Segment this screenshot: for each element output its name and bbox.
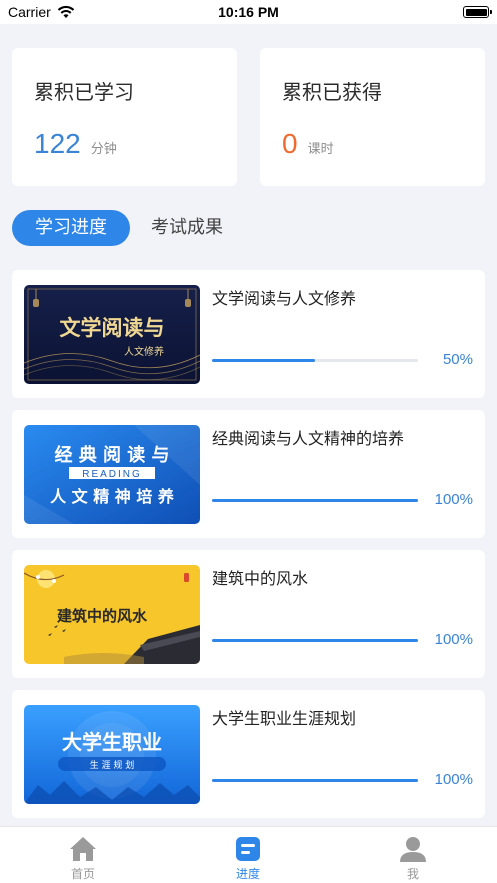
stat-unit: 分钟 xyxy=(90,142,117,157)
course-thumbnail: 大学生职业 生 涯 规 划 xyxy=(24,705,200,804)
tabbar-home[interactable]: 首页 xyxy=(43,835,123,882)
course-thumbnail: 经 典 阅 读 与 READING 人 文 精 神 培 养 xyxy=(24,425,200,524)
tab-exam-results[interactable]: 考试成果 xyxy=(131,210,243,246)
tabbar-progress[interactable]: 进度 xyxy=(208,835,288,882)
progress-fill xyxy=(212,499,418,502)
progress-bar xyxy=(212,499,418,502)
stat-unit: 课时 xyxy=(307,142,334,157)
progress-fill xyxy=(212,779,418,782)
profile-icon xyxy=(400,837,426,862)
stat-card-learned: 累积已学习 122 分钟 xyxy=(12,48,237,186)
progress-percent: 100% xyxy=(434,491,473,508)
bottom-tab-bar: 首页 进度 我 xyxy=(0,826,497,883)
battery-icon xyxy=(463,6,492,18)
course-card[interactable]: 大学生职业 生 涯 规 划 大学生职业生涯规划 100% xyxy=(12,690,485,818)
stat-title: 累积已获得 xyxy=(282,80,382,104)
course-title: 经典阅读与人文精神的培养 xyxy=(212,429,405,448)
status-bar: Carrier 10:16 PM xyxy=(0,0,497,24)
thumbnail-subtitle: 人 文 精 神 培 养 xyxy=(50,487,175,506)
tab-learning-progress[interactable]: 学习进度 xyxy=(12,210,130,246)
course-thumbnail: 文学阅读与 人文修养 xyxy=(24,285,200,384)
course-card[interactable]: 经 典 阅 读 与 READING 人 文 精 神 培 养 经典阅读与人文精神的… xyxy=(12,410,485,538)
thumbnail-title: 经 典 阅 读 与 xyxy=(54,444,169,466)
progress-fill xyxy=(212,639,418,642)
thumbnail-title: 文学阅读与 xyxy=(60,316,165,340)
progress-percent: 100% xyxy=(434,771,473,788)
stat-value: 0 xyxy=(282,128,298,159)
stat-card-earned: 累积已获得 0 课时 xyxy=(260,48,485,186)
tabbar-label: 首页 xyxy=(70,867,95,881)
progress-percent: 100% xyxy=(434,631,473,648)
course-title: 大学生职业生涯规划 xyxy=(212,709,357,728)
thumbnail-subtitle: 人文修养 xyxy=(124,345,164,358)
thumbnail-title: 大学生职业 xyxy=(62,730,162,754)
course-card[interactable]: 文学阅读与 人文修养 文学阅读与人文修养 50% xyxy=(12,270,485,398)
tabbar-label: 进度 xyxy=(235,867,260,881)
progress-bar xyxy=(212,359,418,362)
thumbnail-title: 建筑中的风水 xyxy=(57,607,148,625)
stat-value: 122 xyxy=(34,128,81,159)
thumbnail-badge: READING xyxy=(82,469,142,480)
tabbar-label: 我 xyxy=(406,867,419,881)
status-time: 10:16 PM xyxy=(218,4,279,20)
progress-fill xyxy=(212,359,315,362)
progress-icon xyxy=(236,837,260,861)
course-card[interactable]: 建筑中的风水 建筑中的风水 100% xyxy=(12,550,485,678)
tabbar-me[interactable]: 我 xyxy=(373,835,453,882)
progress-bar xyxy=(212,779,418,782)
course-thumbnail: 建筑中的风水 xyxy=(24,565,200,664)
progress-bar xyxy=(212,639,418,642)
progress-percent: 50% xyxy=(442,351,473,368)
stat-title: 累积已学习 xyxy=(34,80,134,104)
thumbnail-subtitle: 生 涯 规 划 xyxy=(90,759,135,771)
home-icon xyxy=(70,837,96,861)
course-title: 建筑中的风水 xyxy=(212,569,309,588)
course-title: 文学阅读与人文修养 xyxy=(212,289,357,308)
